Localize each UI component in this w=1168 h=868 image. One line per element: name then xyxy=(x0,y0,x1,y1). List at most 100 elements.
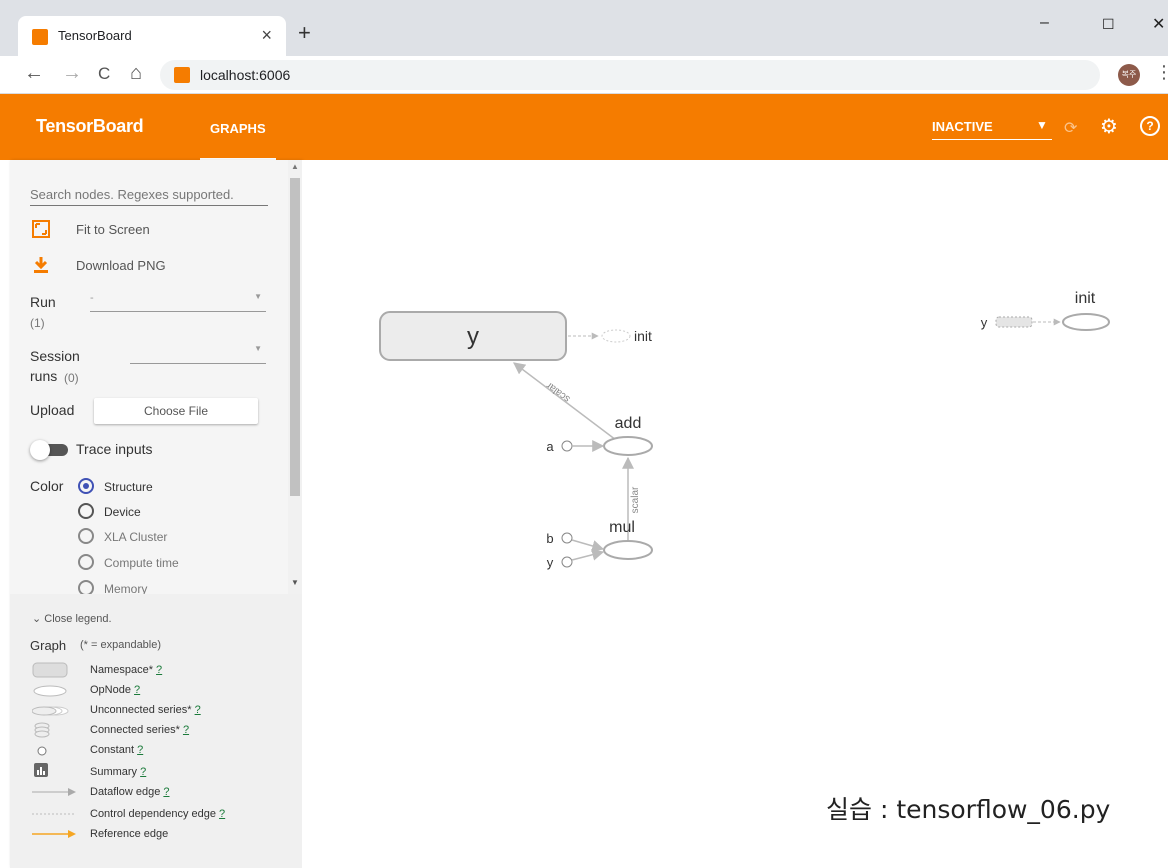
caption-text: 실습 : tensorflow_06.py xyxy=(826,795,1111,824)
color-radio-device[interactable] xyxy=(78,503,94,519)
graph-canvas[interactable]: y init scalar add a scalar mul b y init … xyxy=(302,160,1168,868)
tensorboard-brand: TensorBoard xyxy=(36,116,144,136)
search-nodes-input[interactable]: Search nodes. Regexes supported. xyxy=(30,184,268,206)
chevron-down-icon: ▼ xyxy=(1036,118,1048,132)
node-label: a xyxy=(546,439,554,454)
address-bar[interactable]: localhost:6006 xyxy=(160,60,1100,90)
color-radio-structure[interactable] xyxy=(78,478,94,494)
control-edge-icon xyxy=(32,813,76,815)
new-tab-button[interactable]: + xyxy=(298,20,311,46)
browser-menu-icon[interactable]: ⋮ xyxy=(1155,62,1168,83)
color-radio-memory[interactable] xyxy=(78,580,94,594)
legend-help-link[interactable]: ? xyxy=(156,664,162,676)
legend-item: Connected series* ? xyxy=(90,724,190,736)
legend-help-link[interactable]: ? xyxy=(137,744,143,756)
back-button[interactable]: ← xyxy=(24,62,44,85)
legend-item: Reference edge xyxy=(90,828,169,840)
session-runs-dropdown[interactable]: ▼ xyxy=(130,342,266,364)
dataflow-edge xyxy=(571,539,605,552)
tab-graphs[interactable]: GRAPHS xyxy=(200,94,276,160)
trace-inputs-label: Trace inputs xyxy=(76,441,153,457)
legend-help-link[interactable]: ? xyxy=(219,808,225,820)
minimize-button[interactable]: – xyxy=(1040,14,1049,32)
summary-icon xyxy=(34,763,48,777)
home-button[interactable]: ⌂ xyxy=(130,62,142,85)
reload-button[interactable]: C xyxy=(98,64,110,84)
color-radio-xla-cluster[interactable] xyxy=(78,528,94,544)
legend-item: Unconnected series* ? xyxy=(90,704,201,716)
legend-item: Namespace* ? xyxy=(90,664,163,676)
add-op-node[interactable] xyxy=(603,436,653,456)
legend-item: OpNode ? xyxy=(90,684,141,696)
color-option-label: XLA Cluster xyxy=(104,530,168,544)
chevron-down-icon: ⌄ xyxy=(32,613,45,625)
run-status-dropdown[interactable]: INACTIVE ▼ xyxy=(932,114,1052,140)
fit-to-screen-button[interactable]: Fit to Screen xyxy=(76,222,150,237)
color-option-label: Structure xyxy=(104,480,153,494)
maximize-button[interactable]: ☐ xyxy=(1102,16,1115,33)
forward-button[interactable]: → xyxy=(62,62,82,85)
gear-icon[interactable]: ⚙ xyxy=(1100,114,1118,139)
reference-edge-icon xyxy=(32,830,76,838)
reload-data-icon[interactable]: ⟳ xyxy=(1064,118,1077,138)
close-legend-button[interactable]: ⌄ Close legend. xyxy=(32,612,112,625)
color-option-label: Compute time xyxy=(104,556,179,570)
download-png-button[interactable]: Download PNG xyxy=(76,258,166,273)
run-count: (1) xyxy=(30,316,45,330)
fit-to-screen-icon[interactable] xyxy=(32,220,50,238)
trace-inputs-toggle[interactable] xyxy=(30,440,70,460)
scroll-down-icon[interactable]: ▼ xyxy=(291,578,299,587)
graph-sidebar: Search nodes. Regexes supported. Fit to … xyxy=(10,160,302,868)
edge-label: scalar xyxy=(630,486,641,513)
browser-toolbar: ← → C ⌂ localhost:6006 복주 ⋮ xyxy=(0,56,1168,94)
constant-node-a[interactable] xyxy=(561,440,573,452)
aux-y-node[interactable] xyxy=(995,316,1033,328)
legend-help-link[interactable]: ? xyxy=(163,786,169,798)
connected-series-icon xyxy=(34,722,50,738)
node-label: b xyxy=(546,531,553,546)
legend-item: Summary ? xyxy=(90,766,147,778)
init-node-small[interactable] xyxy=(601,329,631,343)
node-label: init xyxy=(634,328,652,344)
profile-avatar[interactable]: 복주 xyxy=(1118,64,1140,86)
session-runs-label: Session xyxy=(30,348,80,364)
node-label: y xyxy=(467,323,479,350)
close-legend-label: Close legend. xyxy=(44,613,112,625)
variable-node-y[interactable] xyxy=(561,556,573,568)
tensorboard-header: TensorBoard GRAPHS INACTIVE ▼ ⟳ ⚙ ? xyxy=(0,94,1168,160)
download-icon[interactable] xyxy=(32,256,50,274)
graph-controls: Search nodes. Regexes supported. Fit to … xyxy=(10,160,302,594)
color-option-label: Memory xyxy=(104,582,148,594)
choose-file-button[interactable]: Choose File xyxy=(94,398,258,424)
scrollbar-thumb[interactable] xyxy=(290,178,300,496)
legend-help-link[interactable]: ? xyxy=(140,766,146,778)
constant-icon xyxy=(37,746,47,756)
chevron-down-icon: ▼ xyxy=(254,292,262,301)
color-radio-compute-time[interactable] xyxy=(78,554,94,570)
sidebar-scrollbar[interactable]: ▲ ▼ xyxy=(288,160,302,594)
legend-graph-title: Graph xyxy=(30,638,67,653)
color-label: Color xyxy=(30,478,64,494)
site-favicon-icon xyxy=(174,67,190,83)
window-close-button[interactable]: ✕ xyxy=(1152,14,1165,34)
graph-legend: ⌄ Close legend. Graph (* = expandable) N… xyxy=(10,594,302,868)
chevron-down-icon: ▼ xyxy=(254,344,262,353)
legend-help-link[interactable]: ? xyxy=(134,684,140,696)
tensorboard-favicon-icon xyxy=(32,29,48,45)
legend-help-link[interactable]: ? xyxy=(183,724,189,736)
mul-op-node[interactable] xyxy=(603,540,653,560)
tab-close-icon[interactable]: × xyxy=(261,25,272,46)
help-icon[interactable]: ? xyxy=(1140,116,1160,136)
opnode-icon xyxy=(33,685,67,697)
aux-init-node[interactable] xyxy=(1062,313,1110,331)
namespace-node-y[interactable]: y xyxy=(379,311,567,361)
namespace-icon xyxy=(32,662,68,678)
legend-item: Constant ? xyxy=(90,744,144,756)
legend-help-link[interactable]: ? xyxy=(195,704,201,716)
browser-tab[interactable]: TensorBoard × xyxy=(18,16,286,56)
constant-node-b[interactable] xyxy=(561,532,573,544)
node-label: init xyxy=(1075,290,1096,307)
node-label: y xyxy=(547,555,554,570)
scroll-up-icon[interactable]: ▲ xyxy=(291,162,299,171)
run-dropdown[interactable]: - ▼ xyxy=(90,290,266,312)
